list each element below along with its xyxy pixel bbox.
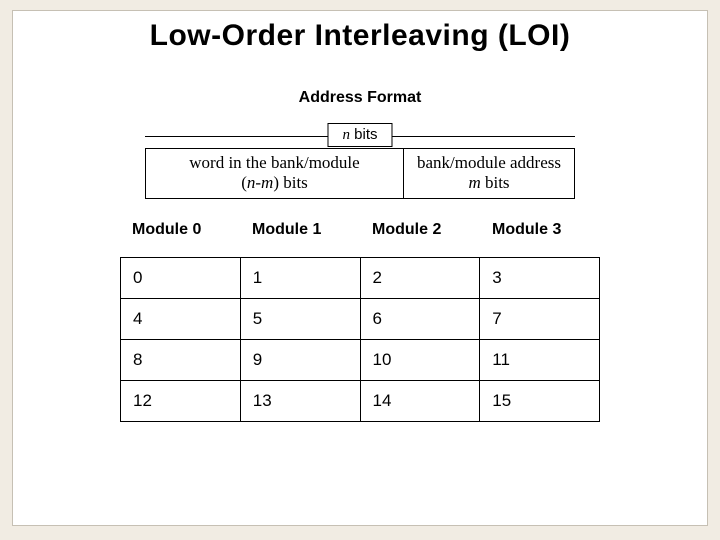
cell: 11 xyxy=(480,340,600,381)
cell: 2 xyxy=(361,258,481,299)
cell: 1 xyxy=(241,258,361,299)
cell: 4 xyxy=(121,299,241,340)
slide: Low-Order Interleaving (LOI) Address For… xyxy=(0,0,720,540)
cell: 6 xyxy=(361,299,481,340)
n-italic: n xyxy=(342,127,350,143)
address-format-label: Address Format xyxy=(299,89,422,107)
address-fields: word in the bank/module (n-m) bits bank/… xyxy=(145,148,575,199)
bits-text: bits xyxy=(350,126,378,143)
field-word: word in the bank/module (n-m) bits xyxy=(145,148,403,199)
cell: 3 xyxy=(480,258,600,299)
table-row: 12 13 14 15 xyxy=(121,381,600,422)
modules-block: Module 0 Module 1 Module 2 Module 3 0 1 … xyxy=(120,221,600,422)
n-bits-span: n bits xyxy=(145,123,575,149)
cell: 9 xyxy=(241,340,361,381)
field-word-line2: (n-m) bits xyxy=(152,173,397,193)
cell: 15 xyxy=(480,381,600,422)
cell: 14 xyxy=(361,381,481,422)
table-row: 0 1 2 3 xyxy=(121,258,600,299)
field-word-line1: word in the bank/module xyxy=(152,153,397,173)
module-header: Module 3 xyxy=(480,221,600,239)
cell: 5 xyxy=(241,299,361,340)
n-bits-box: n bits xyxy=(327,123,392,147)
cell: 0 xyxy=(121,258,241,299)
table-row: 4 5 6 7 xyxy=(121,299,600,340)
module-header: Module 1 xyxy=(240,221,360,239)
table-row: 8 9 10 11 xyxy=(121,340,600,381)
slide-inner: Low-Order Interleaving (LOI) Address For… xyxy=(12,10,708,526)
page-title: Low-Order Interleaving (LOI) xyxy=(150,19,571,53)
field-bank-line1: bank/module address xyxy=(410,153,568,173)
module-headers: Module 0 Module 1 Module 2 Module 3 xyxy=(120,221,600,239)
module-header: Module 2 xyxy=(360,221,480,239)
cell: 13 xyxy=(241,381,361,422)
address-grid: 0 1 2 3 4 5 6 7 8 9 10 11 xyxy=(120,257,600,422)
cell: 7 xyxy=(480,299,600,340)
cell: 8 xyxy=(121,340,241,381)
module-header: Module 0 xyxy=(120,221,240,239)
cell: 12 xyxy=(121,381,241,422)
field-bank-line2: m bits xyxy=(410,173,568,193)
field-bank: bank/module address m bits xyxy=(403,148,575,199)
cell: 10 xyxy=(361,340,481,381)
